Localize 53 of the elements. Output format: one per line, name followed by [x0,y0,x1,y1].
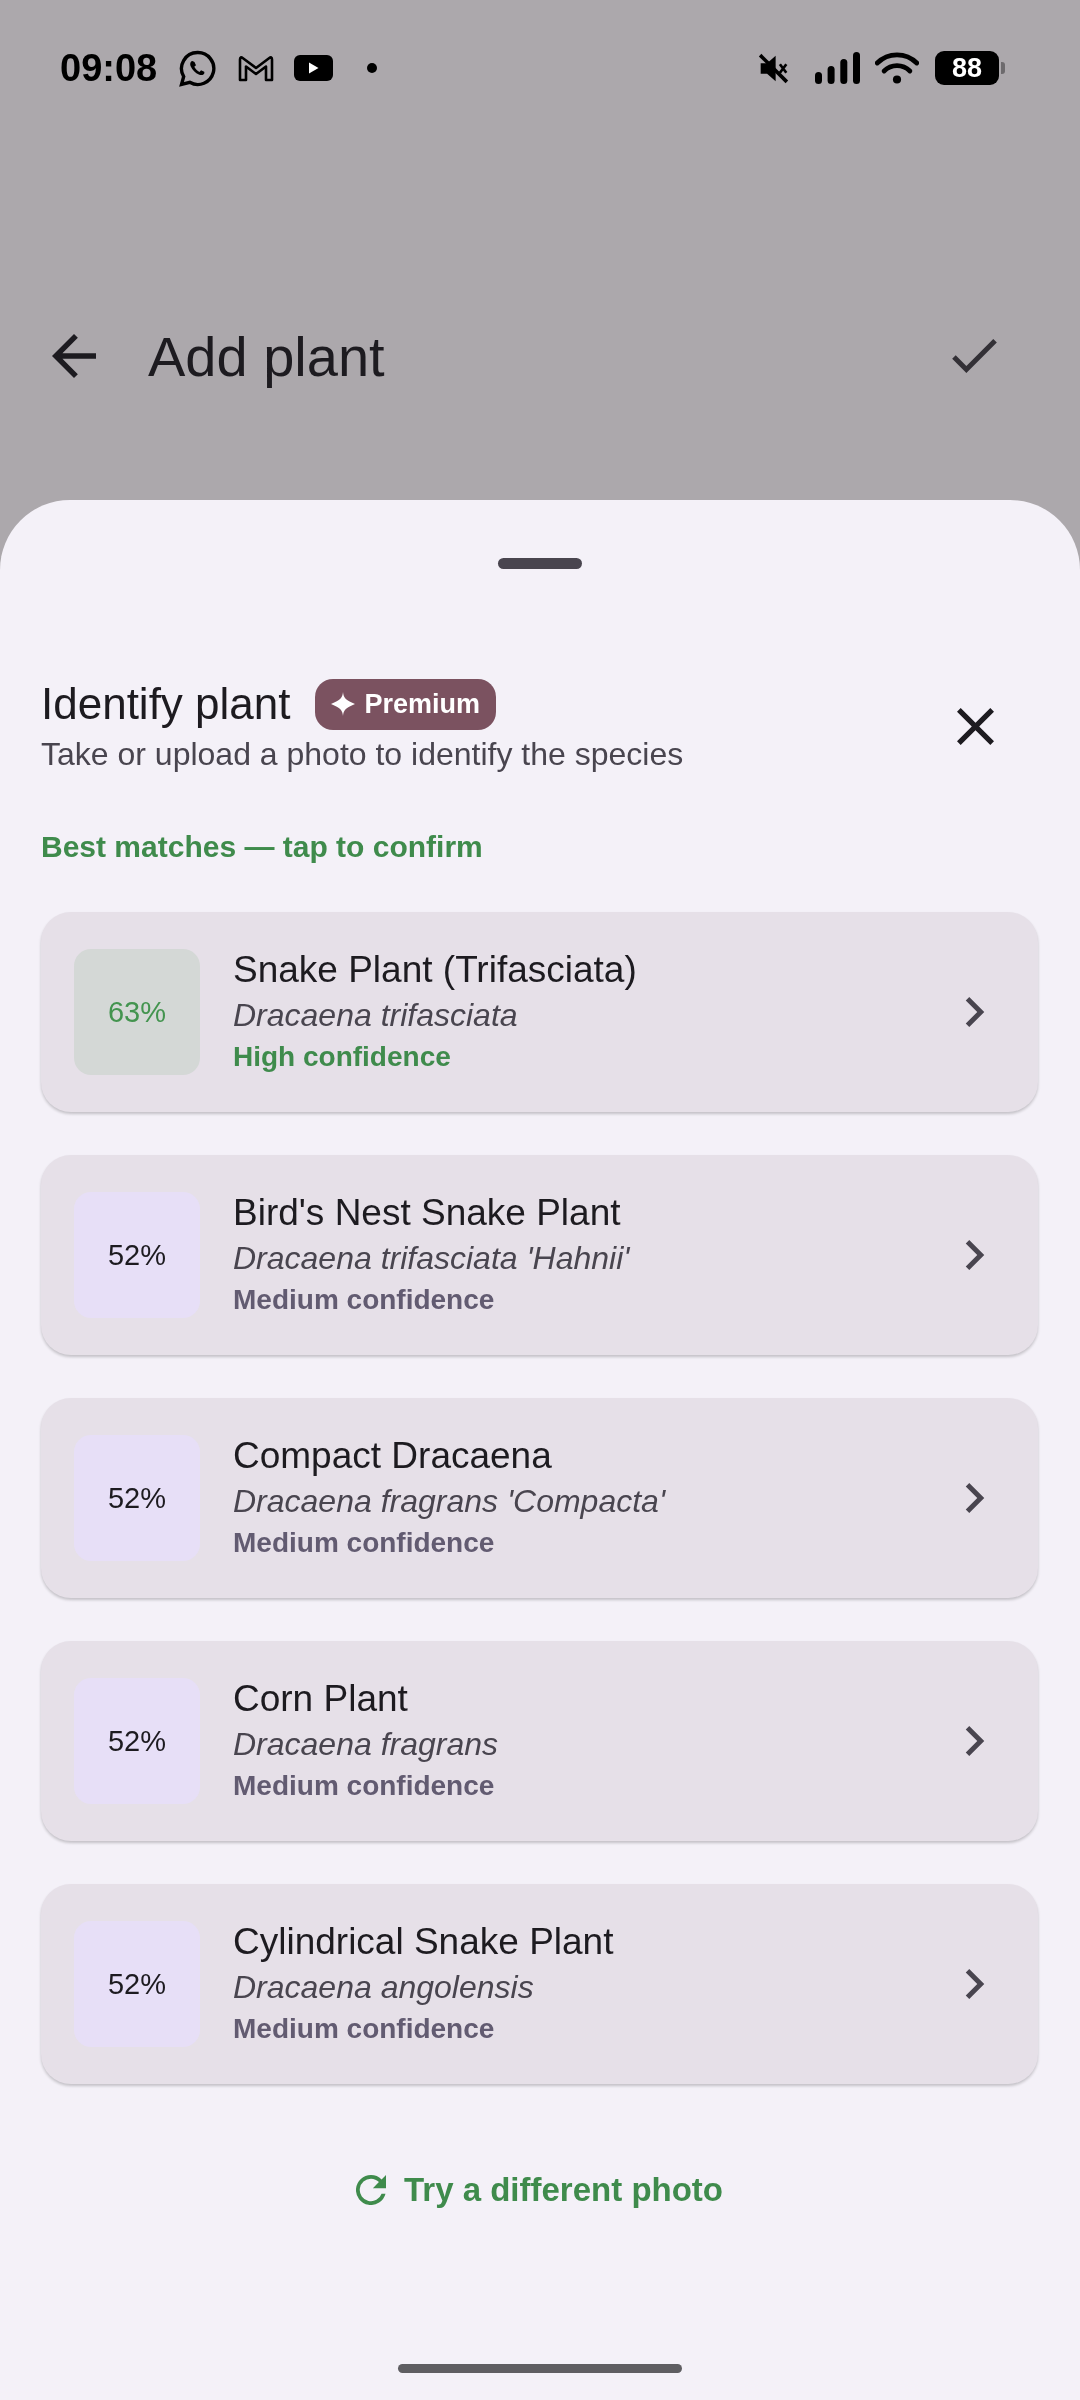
phone-bubble-icon [179,49,217,87]
scientific-name: Dracaena angolensis [233,1968,534,2007]
scientific-name: Dracaena fragrans [233,1725,499,1764]
confidence-label: Medium confidence [233,1769,495,1803]
plant-name: Corn Plant [233,1677,408,1721]
match-card[interactable]: 63% Snake Plant (Trifasciata) Dracaena trifasciata High confidence [41,912,1038,1112]
muted-speaker-icon [758,52,789,84]
refresh-icon [356,2175,386,2205]
plant-name: Bird's Nest Snake Plant [233,1191,621,1235]
screen-title: Add plant [148,323,385,389]
section-heading: Best matches — tap to confirm [41,829,483,865]
chevron-right-icon [964,1483,986,1513]
chevron-right-icon [964,1726,986,1756]
badge-label: Premium [364,688,481,720]
back-arrow-icon [52,334,96,378]
chevron-right-icon [964,997,986,1027]
chevron-right-icon [964,1969,986,1999]
check-icon [952,339,997,373]
close-button[interactable] [957,707,994,745]
match-card[interactable]: 52% Cylindrical Snake Plant Dracaena angolensis Medium confidence [41,1884,1038,2084]
status-time: 09:08 [60,46,158,90]
match-score: 52% [74,1921,200,2047]
play-button-icon [294,55,334,81]
match-card[interactable]: 52% Corn Plant Dracaena fragrans Medium confidence [41,1641,1038,1841]
notification-dot-icon [367,63,378,73]
scientific-name: Dracaena trifasciata [233,996,518,1035]
save-button[interactable] [952,339,997,373]
match-score: 52% [74,1435,200,1561]
match-card[interactable]: 52% Compact Dracaena Dracaena fragrans 'Compacta' Medium confidence [41,1398,1038,1598]
wifi-icon [875,52,919,84]
confidence-label: Medium confidence [233,1526,495,1560]
retry-button[interactable]: Try a different photo [356,2165,723,2215]
drag-handle[interactable] [497,558,582,569]
scientific-name: Dracaena trifasciata 'Hahnii' [233,1239,630,1278]
mail-logo-icon [238,54,275,82]
plant-name: Cylindrical Snake Plant [233,1920,614,1964]
sheet-title: Identify plant [41,678,291,730]
sparkle-icon [330,692,355,716]
match-card[interactable]: 52% Bird's Nest Snake Plant Dracaena trifasciata 'Hahnii' Medium confidence [41,1155,1038,1355]
match-score: 63% [74,949,200,1075]
back-button[interactable] [52,334,96,378]
match-score: 52% [74,1678,200,1804]
signal-bars-icon [815,52,860,84]
confidence-label: Medium confidence [233,2012,495,2046]
scientific-name: Dracaena fragrans 'Compacta' [233,1482,665,1521]
plant-name: Compact Dracaena [233,1434,552,1478]
sheet-subtitle: Take or upload a photo to identify the species [41,735,684,774]
confidence-label: High confidence [233,1040,451,1074]
close-icon [957,707,994,745]
plant-name: Snake Plant (Trifasciata) [233,948,637,992]
confidence-label: Medium confidence [233,1283,495,1317]
chevron-right-icon [964,1240,986,1270]
match-score: 52% [74,1192,200,1318]
